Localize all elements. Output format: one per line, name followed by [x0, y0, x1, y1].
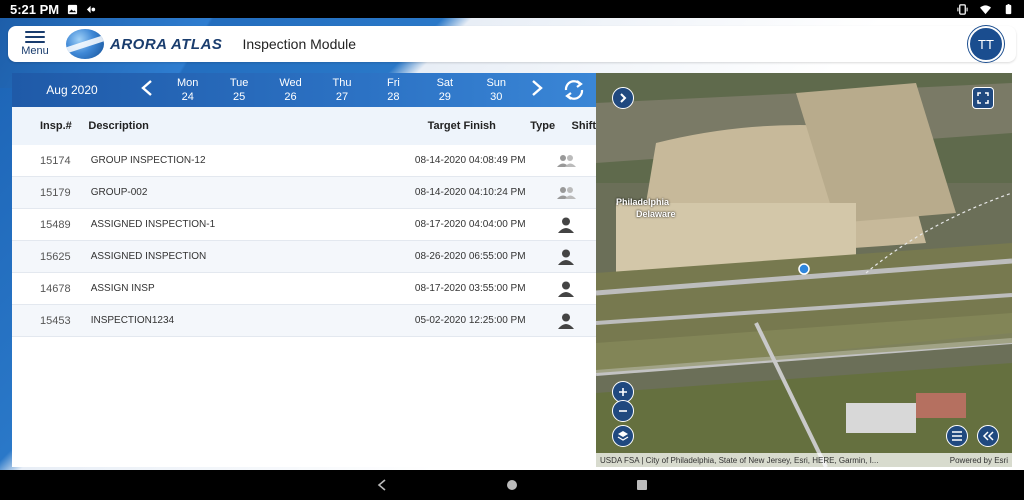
recents-icon: [637, 480, 647, 490]
brand-name: ARORA ATLAS: [110, 35, 223, 53]
fullscreen-button[interactable]: [972, 87, 994, 109]
legend-list-button[interactable]: [946, 425, 968, 447]
app-area: Menu ARORA ATLAS Inspection Module TT Au…: [0, 18, 1024, 470]
col-type[interactable]: Type: [514, 120, 572, 132]
page-title: Inspection Module: [242, 36, 357, 52]
table-row[interactable]: 15625 ASSIGNED INSPECTION 08-26-2020 06:…: [12, 241, 596, 273]
home-button[interactable]: [502, 475, 522, 495]
expand-panel-button[interactable]: [612, 87, 634, 109]
day-mon[interactable]: Mon 24: [162, 76, 213, 104]
chevron-right-icon: [620, 93, 627, 103]
table-header: Insp.# Description Target Finish Type Sh…: [12, 107, 596, 145]
vibrate-icon: [957, 3, 968, 15]
person-icon: [557, 281, 574, 297]
chevron-right-icon: [532, 80, 543, 96]
menu-label: Menu: [21, 45, 49, 57]
day-wed[interactable]: Wed 26: [265, 76, 316, 104]
recents-button[interactable]: [632, 475, 652, 495]
brand-logo: ARORA ATLAS: [66, 29, 222, 59]
collapse-panel-button[interactable]: [977, 425, 999, 447]
person-icon: [557, 313, 574, 329]
double-chevron-left-icon: [982, 431, 994, 441]
battery-icon: [1005, 3, 1012, 14]
table-row[interactable]: 15453 INSPECTION1234 05-02-2020 12:25:00…: [12, 305, 596, 337]
week-selector: Aug 2020 Mon 24 Tue 25 Wed 26 Thu 27 Fri 28 S…: [12, 73, 596, 107]
status-bar: 5:21 PM: [0, 0, 1024, 18]
fullscreen-icon: [977, 92, 989, 104]
col-target-finish[interactable]: Target Finish: [321, 120, 514, 132]
list-icon: [952, 431, 962, 441]
refresh-icon: [564, 80, 584, 100]
powered-by-esri[interactable]: Powered by Esri: [950, 456, 1008, 465]
col-shift[interactable]: Shift: [572, 120, 596, 132]
status-time: 5:21 PM: [10, 1, 60, 17]
day-thu[interactable]: Thu 27: [316, 76, 367, 104]
day-tue[interactable]: Tue 25: [213, 76, 264, 104]
layers-button[interactable]: [612, 425, 634, 447]
map-label-philadelphia: Philadelphia: [616, 197, 670, 207]
person-icon: [557, 249, 574, 265]
person-icon: [557, 217, 574, 233]
day-sun[interactable]: Sun 30: [471, 76, 522, 104]
month-label: Aug 2020: [46, 83, 98, 97]
col-insp-number[interactable]: Insp.#: [12, 120, 88, 132]
back-icon: [377, 479, 386, 491]
menu-button[interactable]: Menu: [8, 26, 62, 62]
chevron-left-icon: [141, 80, 152, 96]
group-icon: [556, 186, 576, 199]
map-attribution: USDA FSA | City of Philadelphia, State o…: [596, 453, 1012, 467]
hamburger-icon: [25, 31, 45, 43]
minus-icon: [619, 410, 627, 412]
image-notification-icon: [68, 4, 78, 14]
cast-notification-icon: [87, 5, 96, 13]
user-avatar[interactable]: TT: [968, 26, 1004, 62]
satellite-map[interactable]: Philadelphia Delaware USDA FSA | City of…: [596, 73, 1012, 467]
next-week-button[interactable]: [522, 79, 552, 101]
home-icon: [507, 480, 517, 490]
prev-week-button[interactable]: [132, 79, 162, 101]
system-nav-bar: [0, 470, 1024, 500]
group-icon: [556, 154, 576, 167]
day-fri[interactable]: Fri 28: [368, 76, 419, 104]
col-description[interactable]: Description: [88, 120, 321, 132]
app-header: Menu ARORA ATLAS Inspection Module TT: [8, 26, 1016, 62]
table-row[interactable]: 14678 ASSIGN INSP 08-17-2020 03:55:00 PM: [12, 273, 596, 305]
day-sat[interactable]: Sat 29: [419, 76, 470, 104]
plus-icon: [619, 388, 627, 396]
table-row[interactable]: 15174 GROUP INSPECTION-12 08-14-2020 04:…: [12, 145, 596, 177]
back-button[interactable]: [372, 475, 392, 495]
inspection-list-panel: Aug 2020 Mon 24 Tue 25 Wed 26 Thu 27 Fri 28 S…: [12, 73, 596, 467]
day-list: Mon 24 Tue 25 Wed 26 Thu 27 Fri 28 Sat 29 Sun 3…: [162, 76, 522, 104]
inspection-rows: 15174 GROUP INSPECTION-12 08-14-2020 04:…: [12, 145, 596, 337]
table-row[interactable]: 15489 ASSIGNED INSPECTION-1 08-17-2020 0…: [12, 209, 596, 241]
map-label-delaware: Delaware: [636, 209, 676, 219]
refresh-button[interactable]: [552, 79, 596, 101]
globe-logo-icon: [66, 29, 104, 59]
table-row[interactable]: 15179 GROUP-002 08-14-2020 04:10:24 PM: [12, 177, 596, 209]
zoom-out-button[interactable]: [612, 400, 634, 422]
map-imagery: [596, 73, 1012, 467]
wifi-icon: [980, 4, 991, 14]
layers-icon: [617, 431, 629, 441]
